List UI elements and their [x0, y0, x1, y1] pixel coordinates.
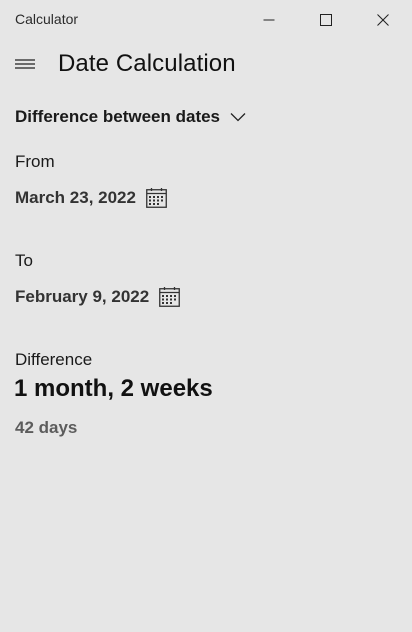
difference-result: 1 month, 2 weeks [14, 375, 213, 402]
difference-days: 42 days [15, 418, 78, 437]
to-label: To [15, 251, 33, 270]
app-header: Date Calculation [0, 44, 412, 88]
title-bar: Calculator [0, 0, 412, 40]
from-date-value: March 23, 2022 [15, 188, 136, 207]
navigation-menu-button[interactable] [10, 50, 40, 80]
maximize-button[interactable] [303, 0, 349, 40]
calculation-mode-label: Difference between dates [15, 107, 221, 126]
close-icon [377, 14, 389, 26]
app-title: Calculator [15, 11, 79, 27]
to-date-value: February 9, 2022 [15, 287, 150, 306]
close-button[interactable] [360, 0, 406, 40]
calendar-icon[interactable] [159, 287, 181, 307]
calculation-mode-dropdown[interactable]: Difference between dates [15, 106, 246, 128]
from-date-picker[interactable]: March 23, 2022 [15, 186, 167, 210]
from-label: From [15, 152, 55, 171]
calendar-icon[interactable] [146, 188, 167, 208]
to-date-picker[interactable]: February 9, 2022 [15, 285, 181, 309]
maximize-icon [320, 14, 332, 26]
chevron-down-icon [230, 112, 246, 122]
minimize-icon [263, 19, 275, 21]
page-title: Date Calculation [58, 50, 236, 77]
difference-label: Difference [15, 350, 93, 369]
minimize-button[interactable] [246, 0, 292, 40]
hamburger-menu-icon [15, 59, 35, 69]
